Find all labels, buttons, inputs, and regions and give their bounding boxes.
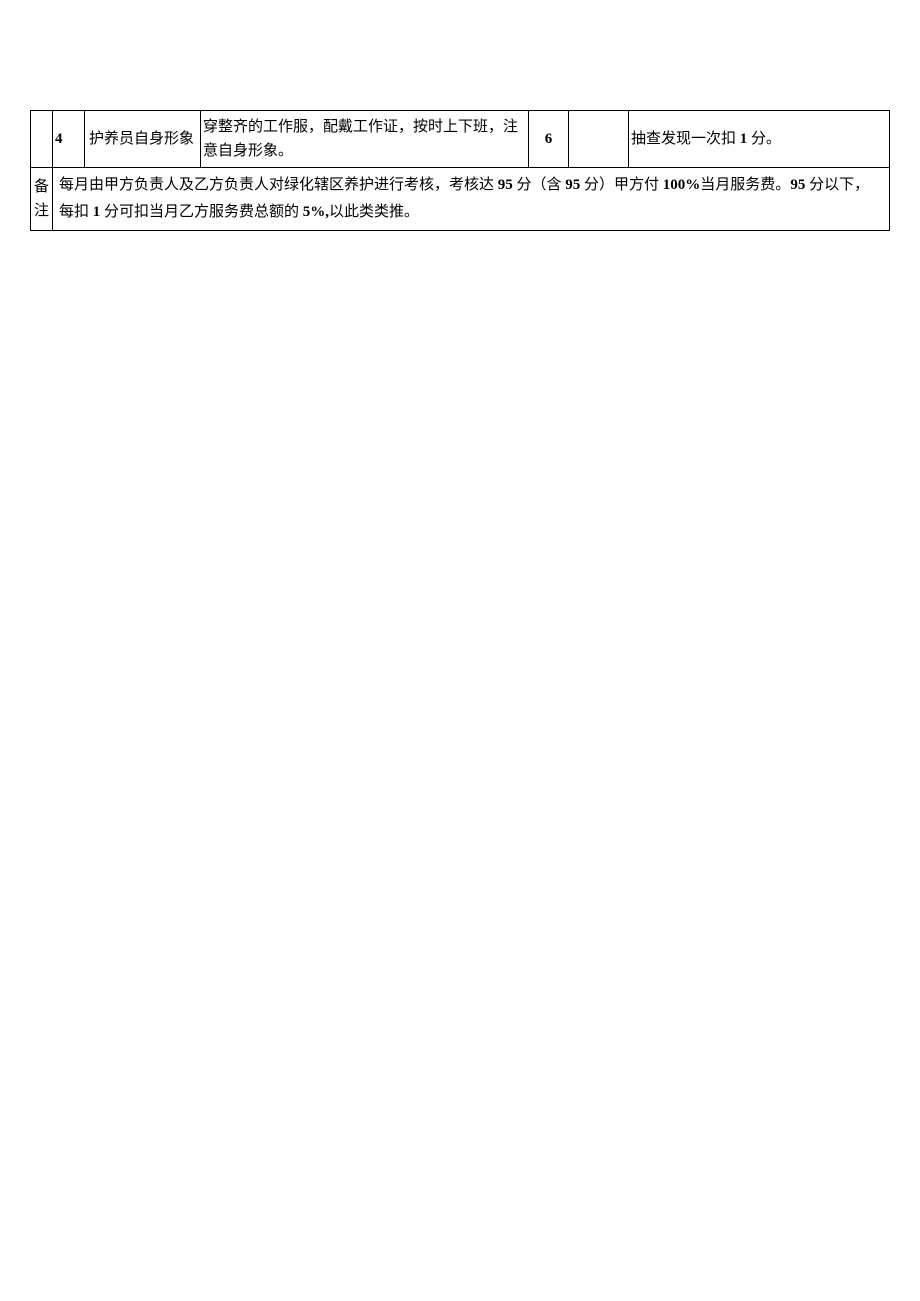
note-label-cell: 备注 [31,168,53,231]
cell-item: 护养员自身形象 [85,111,201,168]
cell-score: 6 [529,111,569,168]
assessment-table: 4 护养员自身形象 穿整齐的工作服，配戴工作证，按时上下班，注意自身形象。 6 … [30,110,890,231]
cell-desc: 穿整齐的工作服，配戴工作证，按时上下班，注意自身形象。 [201,111,529,168]
table-row: 4 护养员自身形象 穿整齐的工作服，配戴工作证，按时上下班，注意自身形象。 6 … [31,111,890,168]
cell-blank [31,111,53,168]
cell-num: 4 [53,111,85,168]
note-row: 备注 每月由甲方负责人及乙方负责人对绿化辖区养护进行考核，考核达 95 分（含 … [31,168,890,231]
cell-deduction: 抽查发现一次扣 1 分。 [629,111,890,168]
note-content-cell: 每月由甲方负责人及乙方负责人对绿化辖区养护进行考核，考核达 95 分（含 95 … [53,168,890,231]
cell-blank2 [569,111,629,168]
